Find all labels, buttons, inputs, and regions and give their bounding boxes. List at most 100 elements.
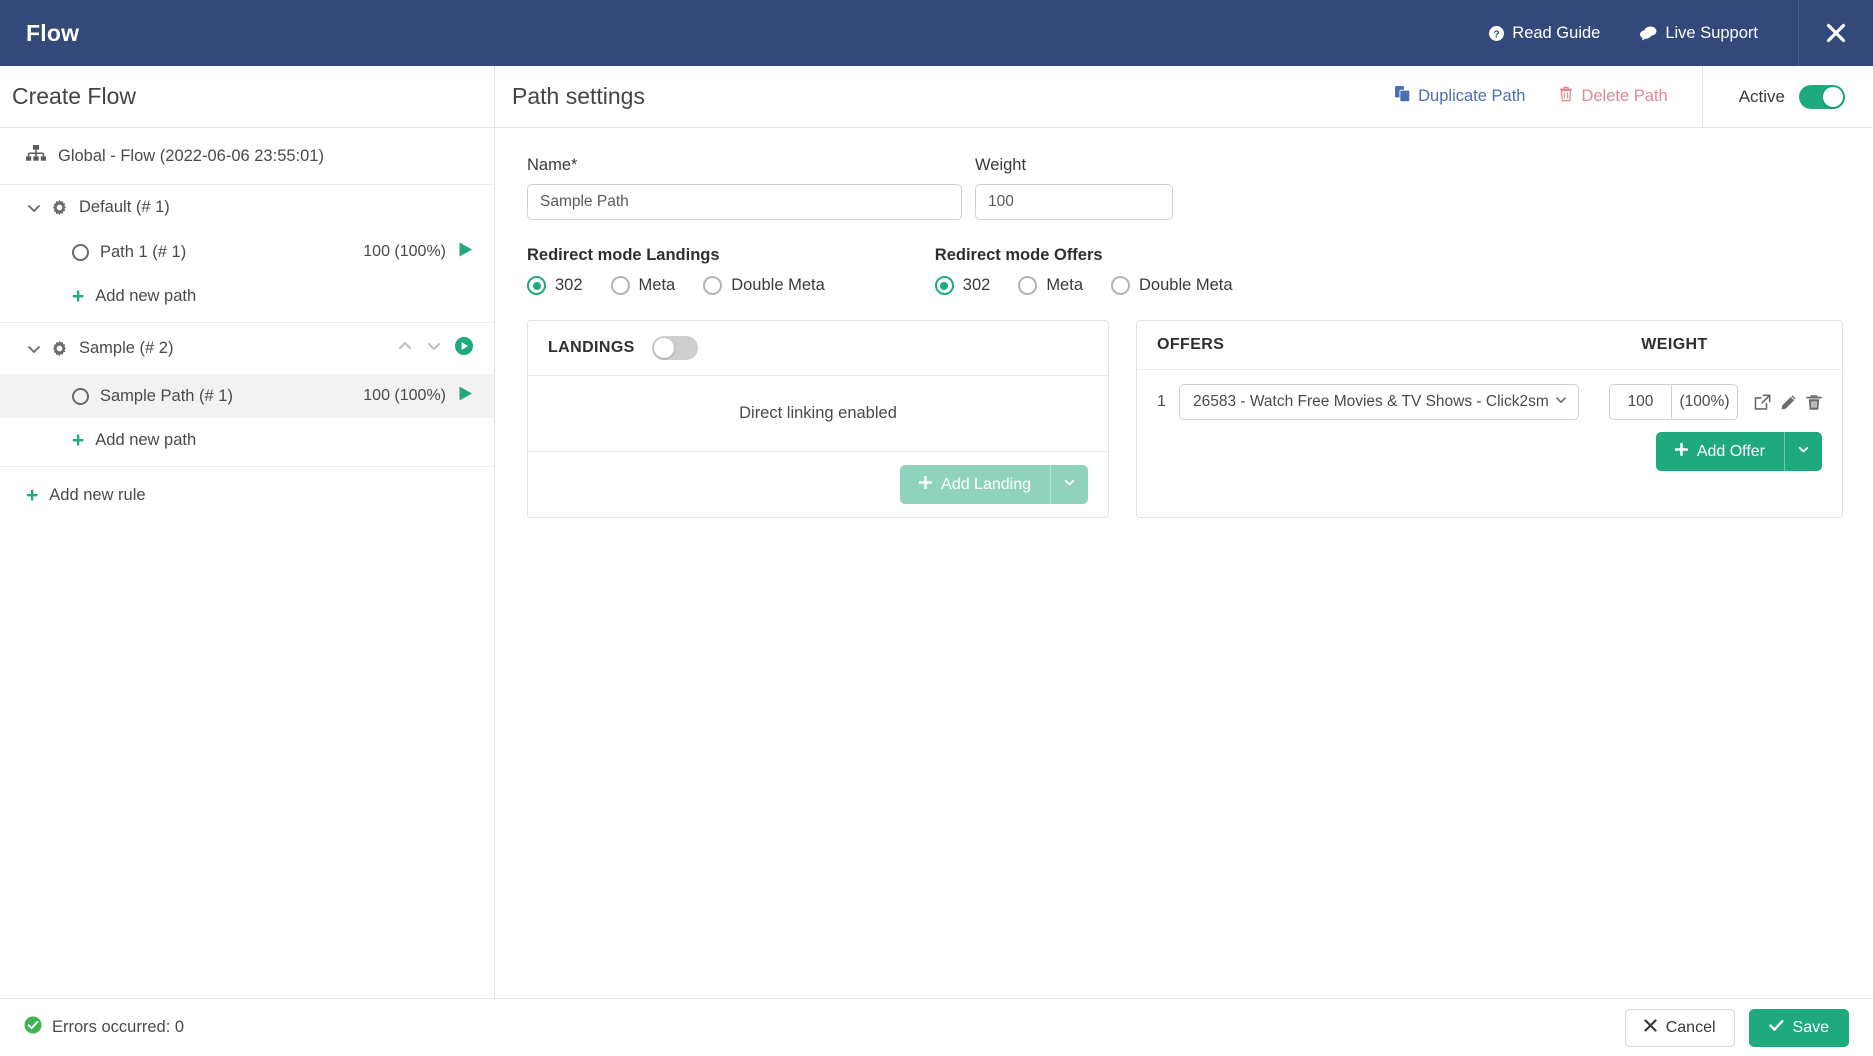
gear-icon	[51, 340, 68, 357]
offer-weight-group: 100 (100%)	[1609, 384, 1738, 420]
redirect-mode-offers-group: Redirect mode Offers 302 Meta Double Met…	[934, 246, 1233, 295]
close-button[interactable]	[1799, 0, 1873, 66]
active-label: Active	[1738, 86, 1785, 106]
rule-header-default[interactable]: Default (# 1)	[0, 185, 494, 230]
add-landing-split-button: Add Landing	[900, 465, 1088, 504]
offer-weight-input[interactable]: 100	[1609, 384, 1671, 420]
plus-icon: +	[72, 285, 85, 308]
add-landing-dropdown-button[interactable]	[1050, 465, 1088, 504]
duplicate-path-button[interactable]: Duplicate Path	[1395, 86, 1525, 107]
delete-path-label: Delete Path	[1581, 87, 1668, 105]
radio-offers-double-meta[interactable]: Double Meta	[1111, 276, 1233, 295]
move-down-icon[interactable]	[425, 337, 443, 360]
add-offer-button[interactable]: Add Offer	[1655, 432, 1784, 471]
radio-label: Double Meta	[731, 276, 825, 294]
landings-title: LANDINGS	[548, 339, 635, 356]
offer-weight-percent: (100%)	[1671, 384, 1738, 420]
play-icon[interactable]	[457, 385, 474, 407]
delete-trash-icon[interactable]	[1806, 394, 1822, 411]
sitemap-icon	[26, 145, 46, 167]
radio-landings-meta[interactable]: Meta	[610, 276, 675, 295]
main-header: Path settings Duplicate Path Delete Path…	[495, 65, 1873, 128]
landings-empty-message: Direct linking enabled	[528, 376, 1108, 452]
chevron-down-icon	[1063, 476, 1076, 494]
plus-icon: +	[26, 484, 39, 507]
chevron-down-icon	[1797, 443, 1810, 461]
external-link-icon[interactable]	[1754, 394, 1771, 411]
path-weight: 100 (100%)	[363, 387, 446, 404]
radio-offers-meta[interactable]: Meta	[1018, 276, 1083, 295]
add-offer-split-button: Add Offer	[1655, 432, 1822, 471]
close-icon	[1824, 21, 1848, 45]
redirect-landings-radios: 302 Meta Double Meta	[527, 276, 825, 295]
chevron-down-icon[interactable]	[26, 200, 42, 216]
radio-landings-302[interactable]: 302	[527, 276, 583, 295]
panels-row: LANDINGS Direct linking enabled Add Land…	[527, 320, 1873, 518]
landings-panel-header: LANDINGS	[528, 321, 1108, 376]
radio-label: 302	[555, 276, 583, 294]
redirect-offers-label: Redirect mode Offers	[934, 246, 1103, 264]
plus-icon	[918, 475, 933, 494]
save-label: Save	[1792, 1018, 1829, 1036]
trash-icon	[1559, 86, 1573, 107]
toggle-knob	[1823, 86, 1843, 107]
radio-landings-double-meta[interactable]: Double Meta	[703, 276, 825, 295]
move-up-icon[interactable]	[396, 337, 414, 360]
edit-pencil-icon[interactable]	[1780, 394, 1797, 411]
redirect-mode-landings-group: Redirect mode Landings 302 Meta Double M…	[527, 246, 825, 295]
chat-bubbles-icon	[1640, 25, 1657, 41]
play-icon[interactable]	[457, 241, 474, 263]
sidebar-header: Create Flow	[0, 66, 494, 128]
offers-panel-header: OFFERS WEIGHT	[1137, 321, 1842, 370]
rule-actions	[396, 336, 474, 361]
add-new-rule-button[interactable]: + Add new rule	[0, 467, 494, 524]
add-new-path-label: Add new path	[95, 431, 197, 449]
offers-title: OFFERS	[1157, 336, 1225, 353]
landings-toggle[interactable]	[651, 336, 698, 360]
offer-row: 1 26583 - Watch Free Movies & TV Shows -…	[1137, 370, 1842, 432]
read-guide-link[interactable]: ? Read Guide	[1489, 24, 1600, 43]
weight-label: Weight	[975, 156, 1027, 174]
offer-select[interactable]: 26583 - Watch Free Movies & TV Shows - C…	[1179, 384, 1579, 420]
weight-input[interactable]	[975, 184, 1173, 220]
tree-root-global[interactable]: Global - Flow (2022-06-06 23:55:01)	[0, 128, 494, 185]
play-circle-icon[interactable]	[454, 336, 474, 361]
path-weight: 100 (100%)	[363, 243, 446, 260]
page-title: Path settings	[512, 83, 645, 109]
add-new-path-button-default[interactable]: + Add new path	[0, 274, 494, 322]
add-new-path-button-sample[interactable]: + Add new path	[0, 418, 494, 466]
radio-icon	[1018, 276, 1038, 295]
offer-row-actions	[1754, 394, 1822, 411]
save-button[interactable]: Save	[1748, 1008, 1849, 1047]
delete-path-button[interactable]: Delete Path	[1559, 86, 1668, 107]
add-landing-label: Add Landing	[941, 475, 1031, 493]
offers-panel: OFFERS WEIGHT 1 26583 - Watch Free Movie…	[1136, 320, 1843, 518]
offer-index: 1	[1157, 393, 1166, 410]
sidebar: Create Flow Global - Flow (2022-06-06 23…	[0, 66, 495, 998]
add-landing-button[interactable]: Add Landing	[900, 465, 1050, 504]
live-support-link[interactable]: Live Support	[1640, 24, 1758, 43]
path-radio-icon[interactable]	[72, 243, 89, 261]
cancel-button[interactable]: Cancel	[1624, 1008, 1735, 1047]
top-bar: Flow ? Read Guide Live Support	[0, 0, 1873, 66]
add-offer-dropdown-button[interactable]	[1784, 432, 1822, 471]
rule-label: Sample (# 2)	[79, 339, 174, 357]
path-row-path1[interactable]: Path 1 (# 1) 100 (100%)	[0, 230, 494, 274]
rule-header-sample[interactable]: Sample (# 2)	[0, 323, 494, 374]
flow-tree: Global - Flow (2022-06-06 23:55:01) Defa…	[0, 128, 494, 524]
radio-icon	[934, 276, 954, 295]
path-row-sample-path[interactable]: Sample Path (# 1) 100 (100%)	[0, 374, 494, 418]
name-input[interactable]	[527, 184, 962, 220]
name-label: Name*	[527, 156, 578, 174]
add-offer-label: Add Offer	[1696, 442, 1765, 460]
offers-weight-title: WEIGHT	[1641, 336, 1708, 353]
tree-root-label: Global - Flow (2022-06-06 23:55:01)	[58, 146, 324, 165]
radio-offers-302[interactable]: 302	[934, 276, 990, 295]
path-radio-icon[interactable]	[72, 387, 89, 405]
plus-icon: +	[72, 429, 85, 452]
active-toggle[interactable]	[1799, 84, 1845, 109]
live-support-label: Live Support	[1665, 23, 1758, 42]
chevron-down-icon[interactable]	[26, 341, 42, 357]
landings-panel: LANDINGS Direct linking enabled Add Land…	[527, 320, 1109, 518]
path-label: Path 1 (# 1)	[100, 242, 187, 261]
